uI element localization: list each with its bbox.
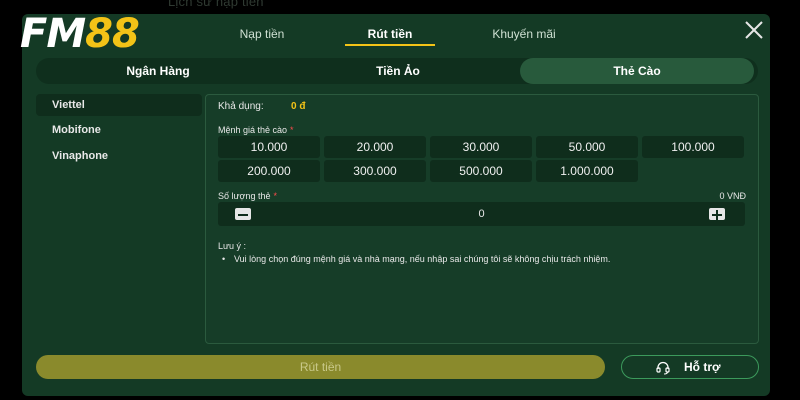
tab-khuyen-mai[interactable]: Khuyến mãi: [472, 27, 576, 41]
minus-icon[interactable]: [235, 208, 251, 220]
denomination-option[interactable]: 10.000: [218, 136, 320, 158]
segment-the-cao[interactable]: Thẻ Cào: [520, 58, 754, 84]
denomination-label: Mệnh giá thẻ cào *: [218, 125, 294, 135]
segment-tien-ao[interactable]: Tiền Ảo: [280, 58, 516, 84]
denomination-option[interactable]: 30.000: [430, 136, 532, 158]
denomination-label-text: Mệnh giá thẻ cào: [218, 125, 288, 135]
quantity-input[interactable]: 0: [218, 202, 745, 226]
denomination-option[interactable]: 50.000: [536, 136, 638, 158]
denomination-option[interactable]: 20.000: [324, 136, 426, 158]
denomination-option[interactable]: 300.000: [324, 160, 426, 182]
balance-label: Khả dụng:: [218, 101, 264, 112]
quantity-label-text: Số lượng thẻ: [218, 191, 271, 201]
logo-text-88: 88: [85, 11, 140, 57]
denomination-option[interactable]: 200.000: [218, 160, 320, 182]
logo-text-fm: FM: [20, 11, 86, 57]
support-button[interactable]: Hỗ trợ: [621, 355, 759, 379]
plus-icon[interactable]: [709, 208, 725, 220]
denomination-option[interactable]: 100.000: [642, 136, 744, 158]
background-page-title: Lịch sử nạp tiền: [168, 0, 264, 9]
segment-ngan-hang[interactable]: Ngân Hàng: [40, 58, 276, 84]
quantity-label: Số lượng thẻ *: [218, 191, 277, 201]
withdraw-button[interactable]: Rút tiền: [36, 355, 605, 379]
carrier-vinaphone[interactable]: Vinaphone: [36, 145, 202, 167]
note-title: Lưu ý :: [218, 241, 247, 251]
brand-logo: FM88: [20, 10, 140, 58]
denomination-option[interactable]: 1.000.000: [536, 160, 638, 182]
balance-value: 0 đ: [291, 101, 306, 112]
required-mark: *: [290, 125, 294, 135]
note-bullet: •: [222, 254, 226, 264]
tab-rut-tien[interactable]: Rút tiền: [350, 27, 430, 41]
tab-nap-tien[interactable]: Nạp tiền: [226, 27, 298, 41]
active-tab-underline: [345, 44, 435, 46]
method-segment-bar: Ngân Hàng Tiền Ảo Thẻ Cào: [36, 58, 758, 84]
carrier-viettel[interactable]: Viettel: [36, 94, 202, 116]
note-text: Vui lòng chọn đúng mệnh giá và nhà mạng,…: [234, 254, 611, 264]
denomination-option[interactable]: 500.000: [430, 160, 532, 182]
quantity-total: 0 VNĐ: [719, 191, 746, 201]
carrier-mobifone[interactable]: Mobifone: [36, 119, 202, 141]
close-icon[interactable]: [742, 18, 766, 42]
required-mark: *: [273, 191, 277, 201]
headset-icon: [656, 361, 670, 375]
support-label: Hỗ trợ: [684, 360, 721, 374]
quantity-stepper: 0: [218, 202, 745, 226]
